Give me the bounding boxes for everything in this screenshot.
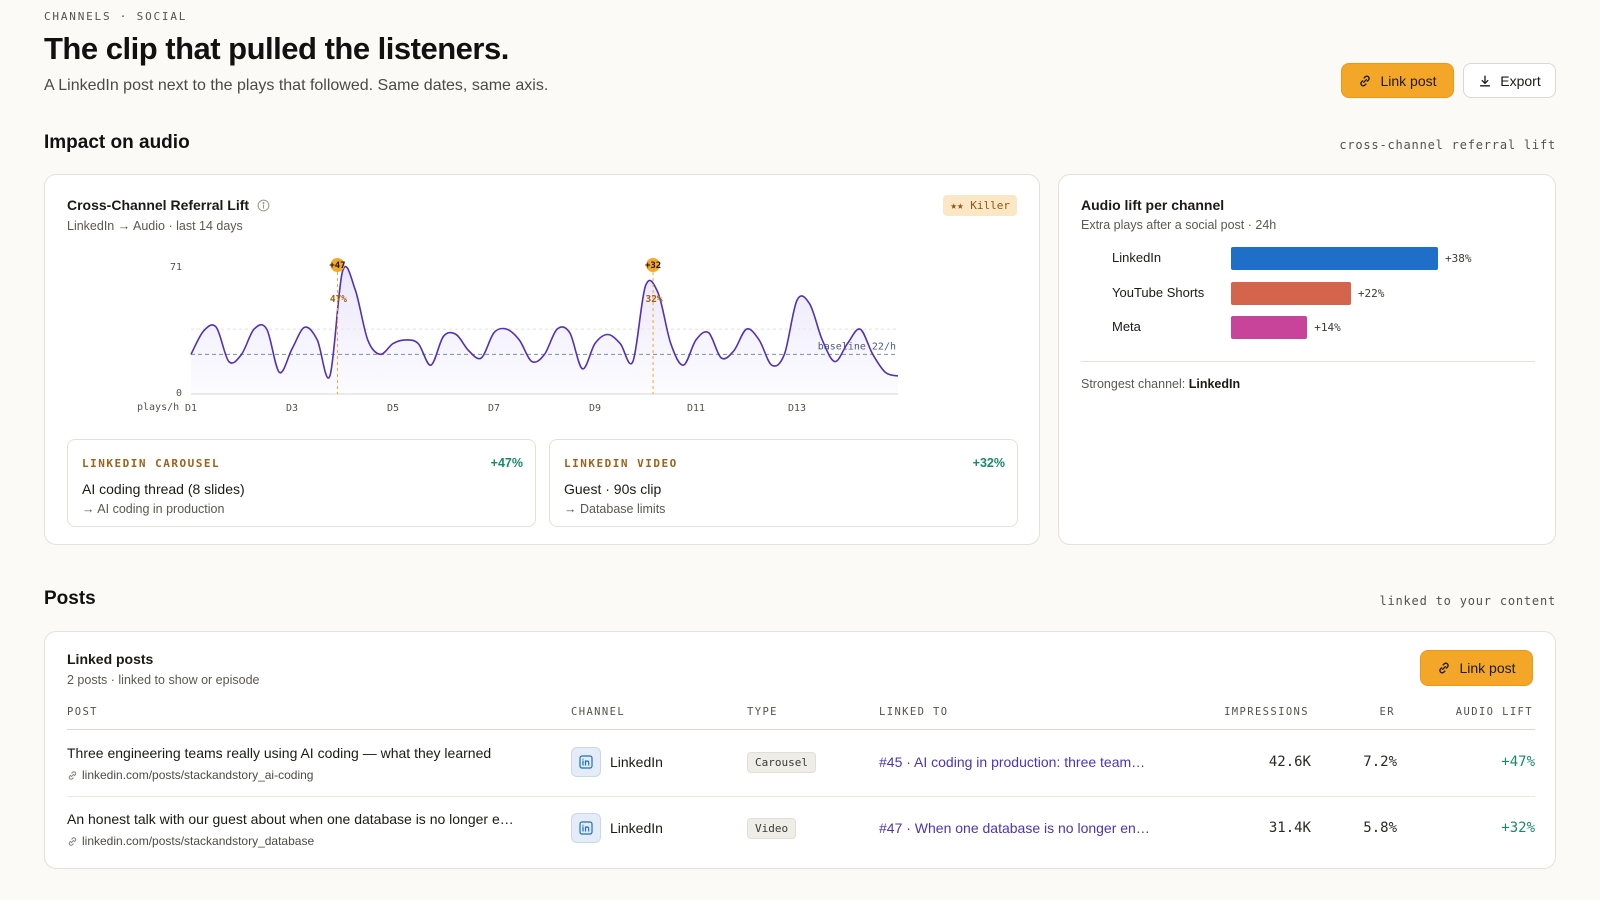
er-value: 7.2% xyxy=(1363,754,1397,770)
strongest-channel-value: LinkedIn xyxy=(1188,377,1241,391)
link-post-button[interactable]: Link post xyxy=(1341,63,1454,98)
channel-cell: LinkedIn xyxy=(571,747,663,777)
link-icon xyxy=(1360,75,1371,86)
x-tick-label: D11 xyxy=(687,403,705,414)
type-chip: Video xyxy=(747,818,797,839)
bar-category-label: LinkedIn xyxy=(1112,250,1162,265)
posts-link-post-button[interactable]: Link post xyxy=(1420,650,1533,686)
event-card-kicker: LINKEDIN VIDEO xyxy=(564,457,678,470)
y-axis-label: plays/h xyxy=(137,402,179,413)
col-header-impressions: IMPRESSIONS xyxy=(1224,706,1309,718)
x-tick-label: D9 xyxy=(589,403,601,414)
x-tick-label: D7 xyxy=(488,403,500,414)
audio-lift-value: +32% xyxy=(1501,820,1535,836)
link-post-label: Link post xyxy=(1380,72,1437,89)
link-post-label: Link post xyxy=(1459,660,1516,676)
posts-card-subtitle: 2 posts · linked to show or episode xyxy=(67,673,260,687)
bar-value-label: +38% xyxy=(1445,252,1472,265)
table-row[interactable]: An honest talk with our guest about when… xyxy=(45,797,1557,863)
export-label: Export xyxy=(1500,72,1541,89)
export-button[interactable]: Export xyxy=(1463,63,1556,98)
post-title[interactable]: An honest talk with our guest about when… xyxy=(67,811,547,827)
channel-lift-bars: LinkedIn +38% YouTube Shorts +22% Meta +14% xyxy=(1059,175,1557,375)
event-marker-label: +47 xyxy=(329,261,345,271)
bar-value-label: +14% xyxy=(1314,321,1341,334)
event-card-title: AI coding thread (8 slides) xyxy=(82,481,245,497)
impressions-value: 42.6K xyxy=(1268,754,1311,770)
posts-section-title: Posts xyxy=(44,588,96,609)
link-icon xyxy=(1439,662,1450,674)
channel-lift-card: Audio lift per channel Extra plays after… xyxy=(1058,174,1556,545)
event-card-target: → Database limits xyxy=(564,502,666,516)
x-tick-label: D5 xyxy=(387,403,399,414)
download-icon xyxy=(1480,75,1491,86)
divider xyxy=(1081,361,1535,362)
event-card-target: → AI coding in production xyxy=(82,502,225,516)
channel-lift-bar xyxy=(1231,247,1438,270)
channel-cell: LinkedIn xyxy=(571,813,663,843)
linkedin-icon xyxy=(571,813,601,843)
event-card-carousel[interactable]: LINKEDIN CAROUSEL +47% AI coding thread … xyxy=(67,439,536,527)
bar-category-label: Meta xyxy=(1112,319,1141,334)
audio-lift-value: +47% xyxy=(1501,754,1535,770)
table-row[interactable]: Three engineering teams really using AI … xyxy=(45,730,1557,796)
col-header-post: POST xyxy=(67,706,98,718)
col-header-audio-lift: AUDIO LIFT xyxy=(1455,706,1533,718)
posts-card-title: Linked posts xyxy=(67,651,154,667)
strongest-channel: Strongest channel: LinkedIn xyxy=(1081,377,1240,391)
post-url[interactable]: linkedin.com/posts/stackandstory_ai-codi… xyxy=(67,768,313,782)
referral-lift-card: Cross-Channel Referral Lift LinkedIn → A… xyxy=(44,174,1040,545)
page-eyebrow: CHANNELS · SOCIAL xyxy=(44,10,188,23)
posts-section-hint: linked to your content xyxy=(1379,594,1556,608)
baseline-label: baseline 22/h xyxy=(818,341,896,352)
er-value: 5.8% xyxy=(1363,820,1397,836)
x-tick-label: D3 xyxy=(286,403,298,414)
link-icon xyxy=(68,836,77,846)
col-header-linked-to: LINKED TO xyxy=(879,706,949,718)
x-tick-label: D1 xyxy=(185,403,197,414)
bar-category-label: YouTube Shorts xyxy=(1112,284,1205,300)
linked-posts-card: Linked posts 2 posts · linked to show or… xyxy=(44,631,1556,869)
strongest-channel-prefix: Strongest channel: xyxy=(1081,377,1186,391)
event-card-video[interactable]: LINKEDIN VIDEO +32% Guest · 90s clip → D… xyxy=(549,439,1018,527)
post-url[interactable]: linkedin.com/posts/stackandstory_databas… xyxy=(67,834,314,848)
type-chip: Carousel xyxy=(747,752,816,773)
page-title: The clip that pulled the listeners. xyxy=(44,31,509,66)
col-header-er: ER xyxy=(1379,706,1395,718)
event-card-kicker: LINKEDIN CAROUSEL xyxy=(82,457,221,470)
referral-lift-chart: baseline 22/h 71 0 plays/h D1 D3 D5 D7 D9 D11 D13 +… xyxy=(137,258,899,414)
x-tick-label: D13 xyxy=(788,403,806,414)
link-icon xyxy=(68,770,77,780)
linked-episode-link[interactable]: #47 · When one database is no longer en… xyxy=(879,820,1169,836)
event-card-lift: +47% xyxy=(490,456,523,470)
impressions-value: 31.4K xyxy=(1268,820,1311,836)
col-header-type: TYPE xyxy=(747,706,778,718)
linkedin-icon xyxy=(571,747,601,777)
post-title[interactable]: Three engineering teams really using AI … xyxy=(67,745,547,761)
event-card-lift: +32% xyxy=(972,456,1005,470)
linked-episode-link[interactable]: #45 · AI coding in production: three tea… xyxy=(879,754,1169,770)
bar-value-label: +22% xyxy=(1357,286,1385,300)
event-pct-label: 32% xyxy=(645,294,662,305)
channel-lift-bar xyxy=(1231,281,1351,305)
col-header-channel: CHANNEL xyxy=(571,706,626,718)
y-tick-max: 71 xyxy=(170,262,182,273)
channel-name: LinkedIn xyxy=(610,754,663,770)
impact-section-hint: cross-channel referral lift xyxy=(1339,138,1556,152)
area-fill xyxy=(191,266,898,394)
channel-lift-bar xyxy=(1231,316,1308,339)
event-pct-label: 47% xyxy=(330,294,347,305)
impact-section-title: Impact on audio xyxy=(44,132,190,153)
event-marker-label: +32 xyxy=(645,261,661,271)
post-url-text: linkedin.com/posts/stackandstory_ai-codi… xyxy=(82,768,314,782)
event-card-title: Guest · 90s clip xyxy=(564,481,662,497)
y-tick-min: 0 xyxy=(176,388,182,399)
post-url-text: linkedin.com/posts/stackandstory_databas… xyxy=(82,834,315,848)
page-subtitle: A LinkedIn post next to the plays that f… xyxy=(44,77,549,94)
channel-name: LinkedIn xyxy=(610,820,663,836)
